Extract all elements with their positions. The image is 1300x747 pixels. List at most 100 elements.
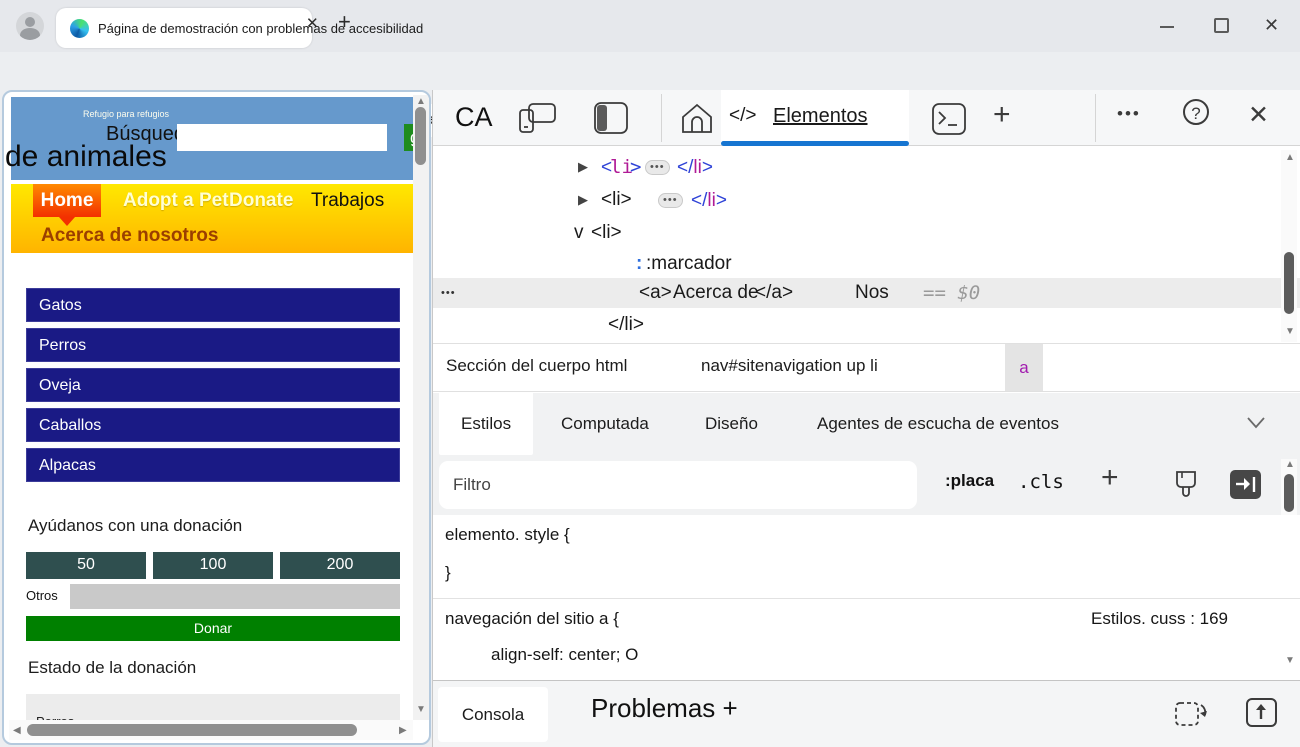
devtools-close-icon[interactable]: ✕ — [1248, 100, 1269, 130]
cls-toggle[interactable]: .cls — [1018, 471, 1064, 493]
chevron-down-icon[interactable] — [1245, 415, 1267, 431]
page-viewport: Refugio para refugios Búsqueda g de anim… — [2, 90, 431, 745]
ellipsis-pill-icon[interactable]: ••• — [645, 160, 670, 175]
li-close-tag: </li> — [691, 190, 727, 211]
breadcrumb-nav[interactable]: nav#sitenavigation up li — [701, 356, 878, 376]
dom-row-li-expanded[interactable]: v <li> — [433, 218, 1300, 248]
page-vertical-scrollbar[interactable]: ▲ ▼ — [413, 95, 429, 720]
new-style-rule-icon[interactable]: + — [1101, 461, 1119, 495]
page-vscroll-thumb[interactable] — [415, 107, 426, 165]
page-horizontal-scrollbar[interactable]: ◀ ▶ — [9, 720, 413, 740]
donate-button[interactable]: Donar — [26, 616, 400, 641]
page-hscroll-thumb[interactable] — [27, 724, 357, 736]
styles-scroll-thumb[interactable] — [1284, 474, 1294, 512]
donation-100-button[interactable]: 100 — [153, 552, 273, 579]
device-emulation-icon[interactable] — [517, 102, 557, 136]
profile-avatar-icon[interactable] — [16, 12, 44, 40]
breadcrumb-body[interactable]: Sección del cuerpo html — [446, 356, 627, 376]
scroll-up-icon[interactable]: ▲ — [1285, 459, 1295, 470]
expand-icon[interactable]: ▶ — [578, 185, 588, 215]
hov-toggle[interactable]: :placa — [945, 471, 994, 491]
devtools-more-icon[interactable]: ••• — [1117, 104, 1141, 124]
scroll-down-icon[interactable]: ▼ — [1285, 655, 1295, 666]
scroll-left-icon[interactable]: ◀ — [13, 725, 21, 736]
rule-property[interactable]: align-self: center; O — [491, 645, 638, 665]
collapse-icon[interactable]: v — [574, 218, 584, 248]
element-style-selector[interactable]: elemento. style { — [445, 525, 570, 545]
li-close-tag: </li> — [608, 314, 644, 335]
home-icon[interactable] — [679, 102, 715, 136]
nav-item-jobs[interactable]: Trabajos — [311, 190, 384, 212]
help-icon[interactable]: ? — [1183, 99, 1209, 125]
donation-50-button[interactable]: 50 — [26, 552, 146, 579]
tab-close-icon[interactable]: ✕ — [306, 14, 319, 32]
styles-scrollbar-top[interactable]: ▲ — [1281, 459, 1297, 515]
more-tools-icon[interactable]: + — [993, 98, 1011, 132]
element-style-close: } — [445, 563, 451, 582]
tab-computed[interactable]: Computada — [561, 393, 649, 455]
marker-pseudo: :marcador — [646, 253, 732, 274]
dom-tree: ▶ < li > ••• </li> ▶ <li> ••• </li> v <l… — [433, 146, 1300, 343]
window-minimize-button[interactable] — [1160, 26, 1174, 28]
dollar-zero-hint: == $0 — [923, 282, 981, 304]
animal-button-caballos[interactable]: Caballos — [26, 408, 400, 442]
expand-drawer-icon[interactable] — [1245, 697, 1279, 729]
dom-row-marker[interactable]: : :marcador — [433, 249, 1300, 279]
nav-item-home[interactable]: Home — [33, 184, 101, 226]
nav-item-about[interactable]: Acerca de nosotros — [41, 225, 218, 247]
dom-scrollbar[interactable]: ▲ ▼ — [1281, 150, 1297, 342]
scroll-up-icon[interactable]: ▲ — [416, 96, 426, 107]
dom-row-li-2[interactable]: ▶ <li> ••• </li> — [433, 185, 1300, 215]
marker-colon: : — [636, 253, 643, 274]
tab-layout[interactable]: Diseño — [705, 393, 758, 455]
animal-button-gatos[interactable]: Gatos — [26, 288, 400, 322]
brush-icon[interactable] — [1169, 469, 1203, 503]
devtools-toolbar: CA </> Elementos + ••• ? ✕ — [433, 90, 1300, 146]
rule-source-link[interactable]: Estilos. cuss : 169 — [1091, 609, 1228, 629]
a-text: Acerca de — [673, 282, 759, 303]
dom-row-li-close[interactable]: </li> — [433, 310, 1300, 340]
donation-heading: Ayúdanos con una donación — [28, 516, 243, 535]
donation-200-button[interactable]: 200 — [280, 552, 400, 579]
nav-item-donate[interactable]: Donate — [229, 190, 293, 212]
scroll-down-icon[interactable]: ▼ — [416, 704, 426, 715]
dom-scroll-thumb[interactable] — [1284, 252, 1294, 314]
scroll-down-icon[interactable]: ▼ — [1285, 326, 1295, 337]
donation-status-heading: Estado de la donación — [28, 658, 197, 677]
a-open-tag: <a> — [639, 282, 672, 303]
row-menu-icon[interactable]: ••• — [441, 278, 456, 308]
donation-other-input[interactable] — [70, 584, 400, 609]
nav-item-adopt[interactable]: Adopt a Pet — [123, 190, 229, 212]
scroll-up-icon[interactable]: ▲ — [1285, 152, 1295, 163]
sitenav-rule-selector[interactable]: navegación del sitio a { — [445, 609, 619, 629]
ellipsis-pill-icon[interactable]: ••• — [658, 193, 683, 208]
expand-icon[interactable]: ▶ — [578, 152, 588, 182]
devtools-drawer: Consola Problemas + — [433, 680, 1300, 747]
search-input[interactable] — [177, 124, 387, 151]
window-maximize-button[interactable] — [1214, 18, 1229, 33]
tab-elements[interactable]: </> Elementos — [721, 90, 909, 145]
scroll-right-icon[interactable]: ▶ — [399, 725, 407, 736]
activity-refresh-icon[interactable] — [1173, 697, 1211, 731]
devtools-panel: CA </> Elementos + ••• ? ✕ ▶ < li > ••• … — [432, 90, 1300, 747]
animal-button-oveja[interactable]: Oveja — [26, 368, 400, 402]
animal-button-perros[interactable]: Perros — [26, 328, 400, 362]
new-tab-button[interactable]: + — [338, 9, 351, 35]
tab-console[interactable]: Consola — [438, 687, 548, 742]
styles-filter-input[interactable] — [439, 461, 917, 509]
window-close-button[interactable]: ✕ — [1264, 15, 1279, 36]
page-title: de animales — [5, 140, 167, 173]
tab-title: Página de demostración con problemas de … — [98, 21, 424, 36]
tab-event-listeners[interactable]: Agentes de escucha de eventos — [817, 393, 1059, 455]
breadcrumb-a-selected[interactable]: a — [1005, 344, 1043, 391]
styles-filter-row: :placa .cls + ▲ — [433, 455, 1300, 515]
console-icon[interactable] — [931, 102, 967, 136]
tab-problems[interactable]: Problemas + — [591, 693, 738, 724]
enter-selector-icon[interactable] — [1229, 469, 1263, 501]
dom-row-selected[interactable]: ••• <a> Acerca de </a> Nos == $0 — [433, 278, 1300, 308]
tab-styles[interactable]: Estilos — [439, 393, 534, 455]
dom-row-li-1[interactable]: ▶ < li > ••• </li> — [433, 152, 1300, 182]
dock-side-icon[interactable] — [593, 101, 631, 135]
animal-button-alpacas[interactable]: Alpacas — [26, 448, 400, 482]
inspect-label[interactable]: CA — [455, 102, 493, 133]
